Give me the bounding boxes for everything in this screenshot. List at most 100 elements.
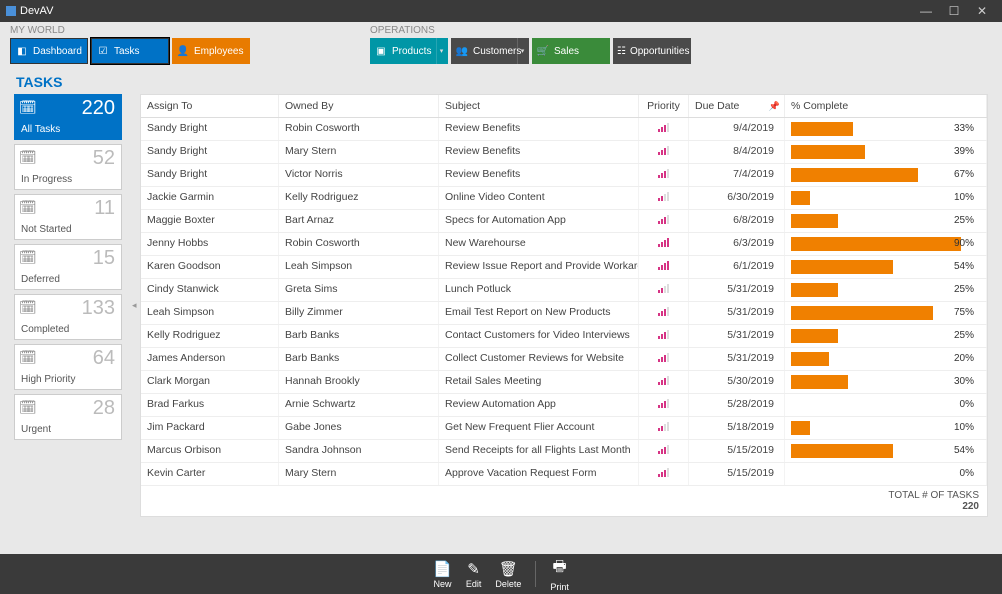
priority-bars-icon (658, 122, 669, 132)
new-button[interactable]: 📄New (433, 560, 452, 589)
table-row[interactable]: Kelly RodriguezBarb BanksContact Custome… (141, 325, 987, 348)
cell-owned: Billy Zimmer (279, 302, 439, 324)
sidebar-item-all-tasks[interactable]: 🗓220All Tasks (14, 94, 122, 140)
priority-bars-icon (658, 467, 669, 477)
status-icon: 🗓 (19, 349, 37, 365)
maximize-button[interactable]: ☐ (940, 4, 968, 18)
page-title: TASKS (0, 70, 1002, 94)
cell-subject: Review Benefits (439, 141, 639, 163)
cell-pct: 90% (785, 233, 987, 255)
sidebar-count: 64 (93, 347, 115, 370)
edit-button[interactable]: ✎Edit (466, 560, 482, 589)
cell-owned: Barb Banks (279, 348, 439, 370)
table-row[interactable]: Kevin CarterMary SternApprove Vacation R… (141, 463, 987, 486)
table-row[interactable]: Sandy BrightMary SternReview Benefits8/4… (141, 141, 987, 164)
cell-assign: Leah Simpson (141, 302, 279, 324)
cell-due: 5/31/2019 (689, 348, 785, 370)
cell-priority (639, 440, 689, 462)
table-row[interactable]: Sandy BrightVictor NorrisReview Benefits… (141, 164, 987, 187)
table-row[interactable]: Sandy BrightRobin CosworthReview Benefit… (141, 118, 987, 141)
file-icon: 📄 (433, 560, 452, 578)
cell-priority (639, 279, 689, 301)
nav-tasks[interactable]: ☑Tasks (91, 38, 169, 64)
sidebar-item-not-started[interactable]: 🗓11Not Started (14, 194, 122, 240)
cell-owned: Kelly Rodriguez (279, 187, 439, 209)
cell-pct: 54% (785, 440, 987, 462)
table-row[interactable]: Clark MorganHannah BrooklyRetail Sales M… (141, 371, 987, 394)
table-row[interactable]: Jackie GarminKelly RodriguezOnline Video… (141, 187, 987, 210)
table-row[interactable]: Maggie BoxterBart ArnazSpecs for Automat… (141, 210, 987, 233)
cell-assign: Cindy Stanwick (141, 279, 279, 301)
col-header-assign[interactable]: Assign To (141, 95, 279, 117)
cell-due: 5/31/2019 (689, 325, 785, 347)
nav-products[interactable]: ▣Products▾ (370, 38, 448, 64)
bottom-toolbar: 📄New ✎Edit 🗑Delete 🖶Print (0, 554, 1002, 594)
nav-customers[interactable]: 👥Customers▾ (451, 38, 529, 64)
priority-bars-icon (658, 444, 669, 454)
table-row[interactable]: James AndersonBarb BanksCollect Customer… (141, 348, 987, 371)
priority-bars-icon (658, 329, 669, 339)
table-row[interactable]: Karen GoodsonLeah SimpsonReview Issue Re… (141, 256, 987, 279)
print-button[interactable]: 🖶Print (550, 556, 569, 592)
cell-pct: 25% (785, 210, 987, 232)
sidebar-label: Completed (21, 324, 69, 335)
priority-bars-icon (658, 375, 669, 385)
printer-icon: 🖶 (553, 556, 567, 581)
table-row[interactable]: Marcus OrbisonSandra JohnsonSend Receipt… (141, 440, 987, 463)
col-header-due[interactable]: Due Date📌 (689, 95, 785, 117)
sidebar-label: High Priority (21, 374, 75, 385)
cell-assign: Sandy Bright (141, 118, 279, 140)
table-row[interactable]: Jenny HobbsRobin CosworthNew Warehourse6… (141, 233, 987, 256)
cell-owned: Gabe Jones (279, 417, 439, 439)
cell-due: 8/4/2019 (689, 141, 785, 163)
cell-priority (639, 371, 689, 393)
close-button[interactable]: ✕ (968, 4, 996, 18)
sidebar-collapse-handle[interactable]: ◂ (132, 94, 140, 517)
sidebar-item-completed[interactable]: 🗓133Completed (14, 294, 122, 340)
cell-assign: Clark Morgan (141, 371, 279, 393)
nav-employees[interactable]: 👤Employees (172, 38, 250, 64)
nav-dashboard[interactable]: ◧Dashboard (10, 38, 88, 64)
app-title: DevAV (20, 5, 53, 17)
cell-pct: 10% (785, 187, 987, 209)
cell-pct: 33% (785, 118, 987, 140)
toolbar-divider (535, 561, 536, 587)
minimize-button[interactable]: — (912, 4, 940, 18)
app-logo-icon (6, 6, 16, 16)
delete-button[interactable]: 🗑Delete (495, 560, 521, 589)
sidebar-item-in-progress[interactable]: 🗓52In Progress (14, 144, 122, 190)
pin-icon[interactable]: 📌 (769, 101, 780, 112)
cell-priority (639, 302, 689, 324)
cell-due: 6/1/2019 (689, 256, 785, 278)
sidebar-item-deferred[interactable]: 🗓15Deferred (14, 244, 122, 290)
status-icon: 🗓 (19, 99, 37, 115)
sidebar-item-high-priority[interactable]: 🗓 64 High Priority (14, 344, 122, 390)
chevron-down-icon[interactable]: ▾ (436, 38, 446, 64)
col-header-owned[interactable]: Owned By (279, 95, 439, 117)
chevron-down-icon[interactable]: ▾ (517, 38, 527, 64)
cell-assign: Jackie Garmin (141, 187, 279, 209)
sidebar-label: Urgent (21, 424, 51, 435)
sidebar-count: 15 (93, 247, 115, 270)
col-header-pct[interactable]: % Complete (785, 95, 987, 117)
cell-owned: Sandra Johnson (279, 440, 439, 462)
sidebar-count: 11 (94, 197, 115, 220)
nav-opportunities[interactable]: ☷Opportunities (613, 38, 691, 64)
tasks-grid: Assign To Owned By Subject Priority Due … (140, 94, 988, 517)
sidebar-item-urgent[interactable]: 🗓28Urgent (14, 394, 122, 440)
col-header-subject[interactable]: Subject (439, 95, 639, 117)
table-row[interactable]: Brad FarkusArnie SchwartzReview Automati… (141, 394, 987, 417)
cell-assign: Sandy Bright (141, 141, 279, 163)
col-header-priority[interactable]: Priority (639, 95, 689, 117)
cell-pct: 25% (785, 279, 987, 301)
nav-sales[interactable]: 🛒Sales (532, 38, 610, 64)
titlebar: DevAV — ☐ ✕ (0, 0, 1002, 22)
priority-bars-icon (658, 214, 669, 224)
customers-icon: 👥 (455, 46, 469, 57)
cell-priority (639, 325, 689, 347)
priority-bars-icon (658, 421, 669, 431)
table-row[interactable]: Jim PackardGabe JonesGet New Frequent Fl… (141, 417, 987, 440)
table-row[interactable]: Leah SimpsonBilly ZimmerEmail Test Repor… (141, 302, 987, 325)
cell-priority (639, 210, 689, 232)
table-row[interactable]: Cindy StanwickGreta SimsLunch Potluck5/3… (141, 279, 987, 302)
